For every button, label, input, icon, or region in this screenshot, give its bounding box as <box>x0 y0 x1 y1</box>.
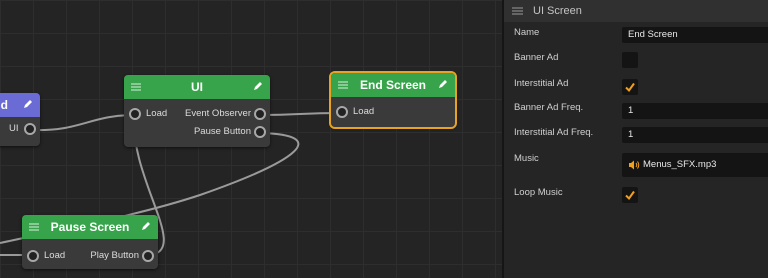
partial-node[interactable]: d UI <box>0 93 40 146</box>
checkmark-icon <box>625 82 635 93</box>
load-input-port[interactable] <box>129 108 141 120</box>
pencil-icon[interactable] <box>141 221 151 231</box>
speaker-icon <box>629 160 640 170</box>
load-label: Load <box>353 106 375 117</box>
pause-screen-node-header[interactable]: Pause Screen <box>22 215 158 239</box>
interstitial-ad-freq-field[interactable]: 1 <box>622 127 768 143</box>
pencil-icon[interactable] <box>23 99 33 109</box>
play-button-output-port[interactable] <box>142 250 154 262</box>
inspector-panel: UI Screen Name End Screen Banner Ad Inte… <box>502 0 768 278</box>
end-screen-node-header[interactable]: End Screen <box>331 73 455 97</box>
name-field[interactable]: End Screen <box>622 27 768 43</box>
port-row-load: Load Event Observer <box>124 105 270 123</box>
event-observer-output-port[interactable] <box>254 108 266 120</box>
end-screen-node-title: End Screen <box>359 78 427 92</box>
end-screen-node[interactable]: End Screen Load <box>329 71 457 129</box>
ui-node[interactable]: UI Load Event Observer Pause Button <box>124 75 270 147</box>
pause-screen-node-title: Pause Screen <box>50 220 130 234</box>
ui-output-label: UI <box>9 123 19 134</box>
loop-music-checkbox[interactable] <box>622 187 638 203</box>
loop-music-label: Loop Music <box>514 187 563 198</box>
port-row-pause-button: Pause Button <box>124 123 270 141</box>
port-row-ui: UI <box>0 120 40 138</box>
interstitial-ad-label: Interstitial Ad <box>514 78 569 89</box>
interstitial-ad-checkbox[interactable] <box>622 79 638 95</box>
partial-node-header[interactable]: d <box>0 93 40 117</box>
grip-icon <box>338 81 348 89</box>
music-label: Music <box>514 153 539 164</box>
interstitial-ad-freq-label: Interstitial Ad Freq. <box>514 127 594 138</box>
ui-output-port[interactable] <box>24 123 36 135</box>
load-input-port[interactable] <box>27 250 39 262</box>
pause-button-label: Pause Button <box>193 126 251 137</box>
banner-ad-label: Banner Ad <box>514 52 559 63</box>
pencil-icon[interactable] <box>253 81 263 91</box>
inspector-title: UI Screen <box>533 5 582 17</box>
pencil-icon[interactable] <box>438 79 448 89</box>
grip-icon <box>512 7 523 15</box>
banner-ad-checkbox[interactable] <box>622 52 638 68</box>
banner-ad-freq-label: Banner Ad Freq. <box>514 102 584 113</box>
play-button-label: Play Button <box>90 250 139 261</box>
load-label: Load <box>146 108 168 119</box>
load-input-port[interactable] <box>336 106 348 118</box>
port-row-load: Load <box>331 103 455 121</box>
music-file-field[interactable]: Menus_SFX.mp3 <box>622 153 768 177</box>
grip-icon <box>131 83 141 91</box>
partial-node-title: d <box>0 98 8 112</box>
ui-node-header[interactable]: UI <box>124 75 270 99</box>
wire-event-observer-to-end-screen <box>260 112 342 116</box>
banner-ad-freq-field[interactable]: 1 <box>622 103 768 119</box>
load-label: Load <box>44 250 66 261</box>
port-row-load: Load Play Button <box>22 247 158 265</box>
ui-node-title: UI <box>191 80 203 94</box>
pause-screen-node[interactable]: Pause Screen Load Play Button <box>22 215 158 269</box>
graph-canvas[interactable]: d UI UI Load Event Observer Pause Button… <box>0 0 502 278</box>
checkmark-icon <box>625 190 635 201</box>
event-observer-label: Event Observer <box>185 108 251 119</box>
grip-icon <box>29 223 39 231</box>
wire-left-ui-to-ui-load <box>30 114 135 132</box>
pause-button-output-port[interactable] <box>254 126 266 138</box>
inspector-header: UI Screen <box>504 0 768 22</box>
music-file-name: Menus_SFX.mp3 <box>643 159 717 170</box>
name-label: Name <box>514 27 540 38</box>
